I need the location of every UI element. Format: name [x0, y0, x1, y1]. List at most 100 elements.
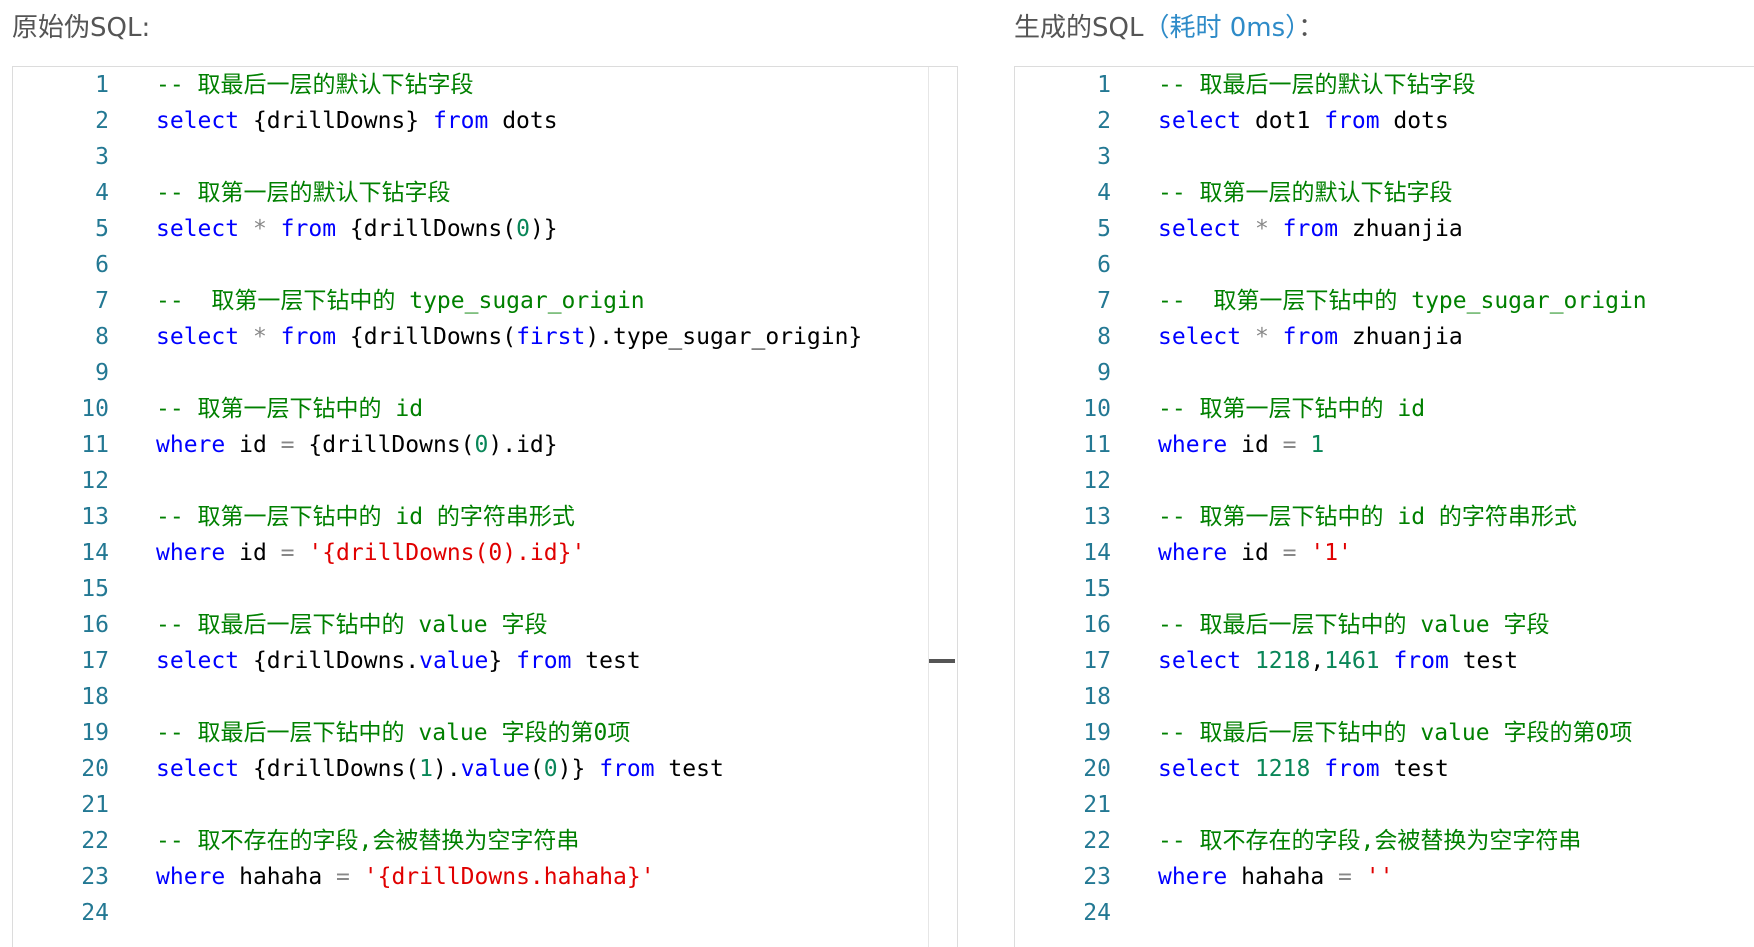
- code-line[interactable]: 21: [13, 787, 957, 823]
- code-line[interactable]: 7 -- 取第一层下钻中的 type_sugar_origin: [1015, 283, 1754, 319]
- token-comment: -- 取最后一层的默认下钻字段: [156, 72, 474, 98]
- line-number: 21: [1083, 792, 1111, 818]
- token-operator: *: [252, 324, 267, 350]
- code-line[interactable]: 24: [13, 895, 957, 931]
- token-keyword: from: [1324, 756, 1380, 782]
- line-number: 13: [81, 504, 109, 530]
- token-comment: -- 取第一层下钻中的 id: [1158, 396, 1426, 422]
- code-line[interactable]: 17 select 1218,1461 from test: [1015, 643, 1754, 679]
- source-sql-title: 原始伪SQL:: [12, 6, 150, 50]
- code-line[interactable]: 9: [13, 355, 957, 391]
- code-text: select {drillDowns.value} from test: [156, 643, 641, 679]
- code-line[interactable]: 24: [1015, 895, 1754, 931]
- code-line[interactable]: 5 select * from {drillDowns(0)}: [13, 211, 957, 247]
- code-text: -- 取最后一层下钻中的 value 字段: [156, 607, 547, 643]
- code-line[interactable]: 19 -- 取最后一层下钻中的 value 字段的第0项: [1015, 715, 1754, 751]
- code-line[interactable]: 4 -- 取第一层的默认下钻字段: [13, 175, 957, 211]
- token-keyword: select: [1158, 756, 1242, 782]
- code-line[interactable]: 11 where id = {drillDowns(0).id}: [13, 427, 957, 463]
- line-number: 19: [1083, 720, 1111, 746]
- line-number: 16: [81, 612, 109, 638]
- code-line[interactable]: 1 -- 取最后一层的默认下钻字段: [1015, 67, 1754, 103]
- token-number: 0: [516, 216, 530, 242]
- code-line[interactable]: 20 select {drillDowns(1).value(0)} from t…: [13, 751, 957, 787]
- code-line[interactable]: 22 -- 取不存在的字段,会被替换为空字符串: [13, 823, 957, 859]
- code-line[interactable]: 1 -- 取最后一层的默认下钻字段: [13, 67, 957, 103]
- code-text: -- 取第一层下钻中的 id 的字符串形式: [156, 499, 575, 535]
- code-line[interactable]: 12: [1015, 463, 1754, 499]
- token-comment: -- 取第一层下钻中的 id 的字符串形式: [1158, 504, 1577, 530]
- code-line[interactable]: 10 -- 取第一层下钻中的 id: [1015, 391, 1754, 427]
- code-line[interactable]: 13 -- 取第一层下钻中的 id 的字符串形式: [1015, 499, 1754, 535]
- code-line[interactable]: 16 -- 取最后一层下钻中的 value 字段: [13, 607, 957, 643]
- code-line[interactable]: 5 select * from zhuanjia: [1015, 211, 1754, 247]
- code-line[interactable]: 7 -- 取第一层下钻中的 type_sugar_origin: [13, 283, 957, 319]
- code-text: where id = '{drillDowns(0).id}': [156, 535, 585, 571]
- code-line[interactable]: 20 select 1218 from test: [1015, 751, 1754, 787]
- code-line[interactable]: 14 where id = '{drillDowns(0).id}': [13, 535, 957, 571]
- generated-sql-lines: 1 -- 取最后一层的默认下钻字段 2 select dot1 from dots 3 4…: [1015, 67, 1754, 931]
- code-line[interactable]: 14 where id = '1': [1015, 535, 1754, 571]
- code-line[interactable]: 9: [1015, 355, 1754, 391]
- token-text: ).: [432, 756, 461, 782]
- token-keyword: select: [1158, 648, 1242, 674]
- code-line[interactable]: 3: [13, 139, 957, 175]
- code-line[interactable]: 11 where id = 1: [1015, 427, 1754, 463]
- token-operator: *: [1254, 216, 1269, 242]
- token-text: {drillDowns(: [239, 756, 420, 782]
- code-line[interactable]: 19 -- 取最后一层下钻中的 value 字段的第0项: [13, 715, 957, 751]
- code-line[interactable]: 3: [1015, 139, 1754, 175]
- token-number: 1218: [1254, 648, 1311, 674]
- scrollbar-marker: [929, 659, 955, 663]
- line-number: 2: [1097, 108, 1111, 134]
- code-line[interactable]: 2 select {drillDowns} from dots: [13, 103, 957, 139]
- line-number: 20: [1083, 756, 1111, 782]
- token-comment: -- 取第一层的默认下钻字段: [1158, 180, 1453, 206]
- source-editor-scrollbar[interactable]: [928, 67, 957, 947]
- code-text: where hahaha = '': [1158, 859, 1393, 895]
- code-line[interactable]: 22 -- 取不存在的字段,会被替换为空字符串: [1015, 823, 1754, 859]
- code-line[interactable]: 10 -- 取第一层下钻中的 id: [13, 391, 957, 427]
- code-line[interactable]: 18: [1015, 679, 1754, 715]
- code-line[interactable]: 15: [13, 571, 957, 607]
- token-text: id: [225, 540, 281, 566]
- generated-sql-editor[interactable]: 1 -- 取最后一层的默认下钻字段 2 select dot1 from dots 3 4…: [1014, 66, 1754, 947]
- code-line[interactable]: 8 select * from {drillDowns(first).type_s…: [13, 319, 957, 355]
- code-text: -- 取第一层的默认下钻字段: [156, 175, 451, 211]
- code-line[interactable]: 16 -- 取最后一层下钻中的 value 字段: [1015, 607, 1754, 643]
- code-line[interactable]: 15: [1015, 571, 1754, 607]
- code-text: -- 取最后一层下钻中的 value 字段的第0项: [1158, 715, 1632, 751]
- code-line[interactable]: 18: [13, 679, 957, 715]
- token-text: zhuanjia: [1338, 324, 1463, 350]
- code-line[interactable]: 21: [1015, 787, 1754, 823]
- token-keyword: where: [156, 540, 226, 566]
- code-line[interactable]: 2 select dot1 from dots: [1015, 103, 1754, 139]
- token-keyword: select: [1158, 324, 1242, 350]
- token-keyword: where: [1158, 864, 1228, 890]
- token-string: '{drillDowns(0).id}': [308, 540, 586, 566]
- code-line[interactable]: 23 where hahaha = '': [1015, 859, 1754, 895]
- code-line[interactable]: 6: [13, 247, 957, 283]
- source-sql-editor[interactable]: 1 -- 取最后一层的默认下钻字段 2 select {drillDowns} fro…: [12, 66, 958, 947]
- token-operator: =: [336, 864, 350, 890]
- token-text: {drillDowns(: [294, 432, 475, 458]
- code-line[interactable]: 8 select * from zhuanjia: [1015, 319, 1754, 355]
- code-line[interactable]: 17 select {drillDowns.value} from test: [13, 643, 957, 679]
- code-line[interactable]: 6: [1015, 247, 1754, 283]
- line-number: 1: [1097, 72, 1111, 98]
- elapsed-time-label: （耗时 0ms）: [1143, 13, 1299, 43]
- token-comment: -- 取最后一层的默认下钻字段: [1158, 72, 1476, 98]
- code-line[interactable]: 4 -- 取第一层的默认下钻字段: [1015, 175, 1754, 211]
- code-text: select 1218,1461 from test: [1158, 643, 1518, 679]
- code-line[interactable]: 12: [13, 463, 957, 499]
- code-text: where id = 1: [1158, 427, 1324, 463]
- token-comment: -- 取第一层下钻中的 id: [156, 396, 424, 422]
- code-line[interactable]: 23 where hahaha = '{drillDowns.hahaha}': [13, 859, 957, 895]
- line-number: 14: [81, 540, 109, 566]
- token-text: test: [654, 756, 724, 782]
- code-line[interactable]: 13 -- 取第一层下钻中的 id 的字符串形式: [13, 499, 957, 535]
